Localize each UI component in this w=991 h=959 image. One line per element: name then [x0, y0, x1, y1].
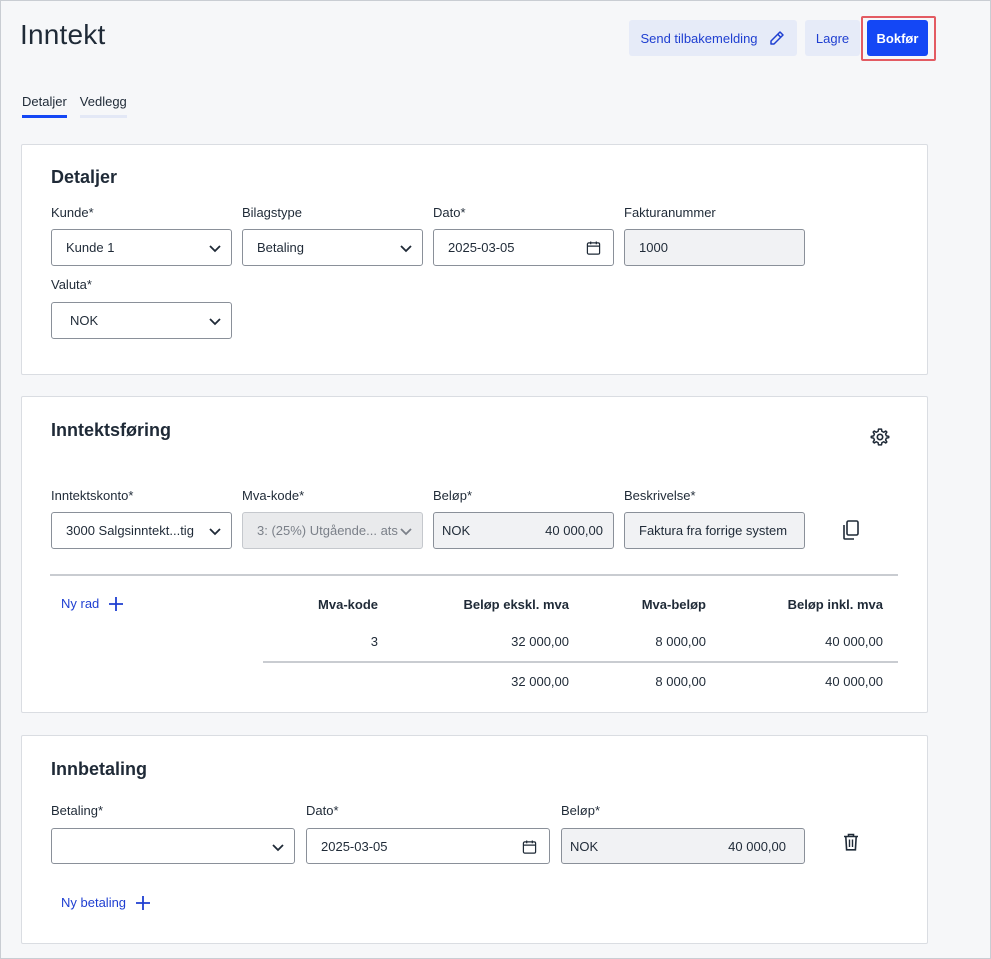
amount-input[interactable]: NOK 40 000,00 [433, 512, 614, 549]
total-amount-excl: 32 000,00 [511, 674, 569, 689]
total-vat-amount: 8 000,00 [655, 674, 706, 689]
income-account-value: 3000 Salgsinntekt...tig [66, 523, 194, 538]
payment-amount-currency: NOK [570, 838, 599, 854]
invoice-number-input[interactable]: 1000 [624, 229, 805, 266]
chevron-down-icon [272, 844, 284, 852]
new-row-label: Ny rad [61, 596, 100, 611]
income-title: Inntektsføring [51, 420, 171, 440]
total-divider [263, 661, 898, 663]
tab-bar: Detaljer Vedlegg [22, 94, 127, 118]
tab-details[interactable]: Detaljer [22, 94, 67, 118]
col-amount-excl: Beløp ekskl. mva [463, 597, 570, 612]
calendar-icon[interactable] [522, 839, 537, 855]
income-account-select[interactable]: 3000 Salgsinntekt...tig [51, 512, 232, 549]
income-account-label: Inntektskonto* [51, 488, 134, 503]
new-payment-label: Ny betaling [61, 895, 127, 910]
tab-attachments[interactable]: Vedlegg [79, 94, 127, 118]
payment-label: Betaling* [51, 803, 104, 818]
send-feedback-label: Send tilbakemelding [640, 30, 758, 46]
page-title: Inntekt [20, 19, 106, 50]
col-vat-code: Mva-kode [318, 597, 378, 612]
payment-date-input[interactable]: 2025-03-05 [306, 828, 550, 864]
post-button[interactable]: Bokfør [867, 20, 928, 56]
currency-value: NOK [70, 313, 99, 328]
date-value: 2025-03-05 [448, 240, 515, 255]
payment-amount-input[interactable]: NOK 40 000,00 [561, 828, 805, 864]
payment-title: Innbetaling [51, 759, 147, 779]
voucher-type-label: Bilagstype [242, 205, 302, 220]
amount-currency: NOK [442, 523, 471, 538]
currency-label: Valuta* [51, 277, 92, 292]
plus-icon [136, 895, 151, 910]
col-amount-incl: Beløp inkl. mva [787, 597, 883, 612]
vat-code-label: Mva-kode* [242, 488, 305, 503]
voucher-type-value: Betaling [257, 240, 304, 255]
send-feedback-button[interactable]: Send tilbakemelding [629, 20, 797, 56]
chevron-down-icon [400, 528, 412, 536]
trash-icon[interactable] [843, 833, 859, 851]
new-payment-button[interactable]: Ny betaling [61, 895, 151, 910]
payment-card: Innbetaling Betaling* Dato* 2025-03-05 B… [21, 735, 928, 944]
summary-amount-incl: 40 000,00 [825, 634, 883, 649]
chevron-down-icon [209, 318, 221, 326]
copy-icon[interactable] [842, 520, 860, 540]
invoice-number-label: Fakturanummer [624, 205, 716, 220]
date-label: Dato* [433, 205, 466, 220]
currency-select[interactable]: NOK [51, 302, 232, 339]
col-vat-amount: Mva-beløp [641, 597, 706, 612]
chevron-down-icon [209, 245, 221, 253]
details-card: Detaljer Kunde* Kunde 1 Bilagstype Betal… [21, 144, 928, 375]
save-button[interactable]: Lagre [805, 20, 860, 56]
amount-value: 40 000,00 [545, 523, 603, 538]
voucher-type-select[interactable]: Betaling [242, 229, 423, 266]
description-value: Faktura fra forrige system [639, 523, 788, 538]
invoice-number-value: 1000 [639, 240, 668, 255]
customer-value: Kunde 1 [66, 240, 115, 255]
amount-label: Beløp* [433, 488, 473, 503]
payment-amount-value: 40 000,00 [728, 838, 786, 854]
description-input[interactable]: Faktura fra forrige system [624, 512, 805, 549]
chevron-down-icon [209, 528, 221, 536]
calendar-icon[interactable] [586, 240, 601, 256]
income-card: Inntektsføring Inntektskonto* 3000 Salgs… [21, 396, 928, 713]
payment-select[interactable] [51, 828, 295, 864]
pencil-icon [769, 31, 784, 45]
gear-icon[interactable] [870, 427, 890, 447]
vat-code-select: 3: (25%) Utgående... ats [242, 512, 423, 549]
vat-code-value: 3: (25%) Utgående... ats [257, 523, 398, 538]
table-divider [50, 574, 898, 576]
description-label: Beskrivelse* [624, 488, 696, 503]
customer-select[interactable]: Kunde 1 [51, 229, 232, 266]
date-input[interactable]: 2025-03-05 [433, 229, 614, 266]
customer-label: Kunde* [51, 205, 94, 220]
summary-amount-excl: 32 000,00 [511, 634, 569, 649]
summary-vat-code: 3 [370, 634, 378, 649]
summary-vat-amount: 8 000,00 [655, 634, 706, 649]
details-title: Detaljer [51, 167, 118, 187]
new-row-button[interactable]: Ny rad [61, 596, 124, 611]
payment-amount-label: Beløp* [561, 803, 601, 818]
total-amount-incl: 40 000,00 [825, 674, 883, 689]
payment-date-value: 2025-03-05 [321, 838, 388, 854]
chevron-down-icon [400, 245, 412, 253]
payment-date-label: Dato* [306, 803, 339, 818]
plus-icon [109, 596, 124, 611]
